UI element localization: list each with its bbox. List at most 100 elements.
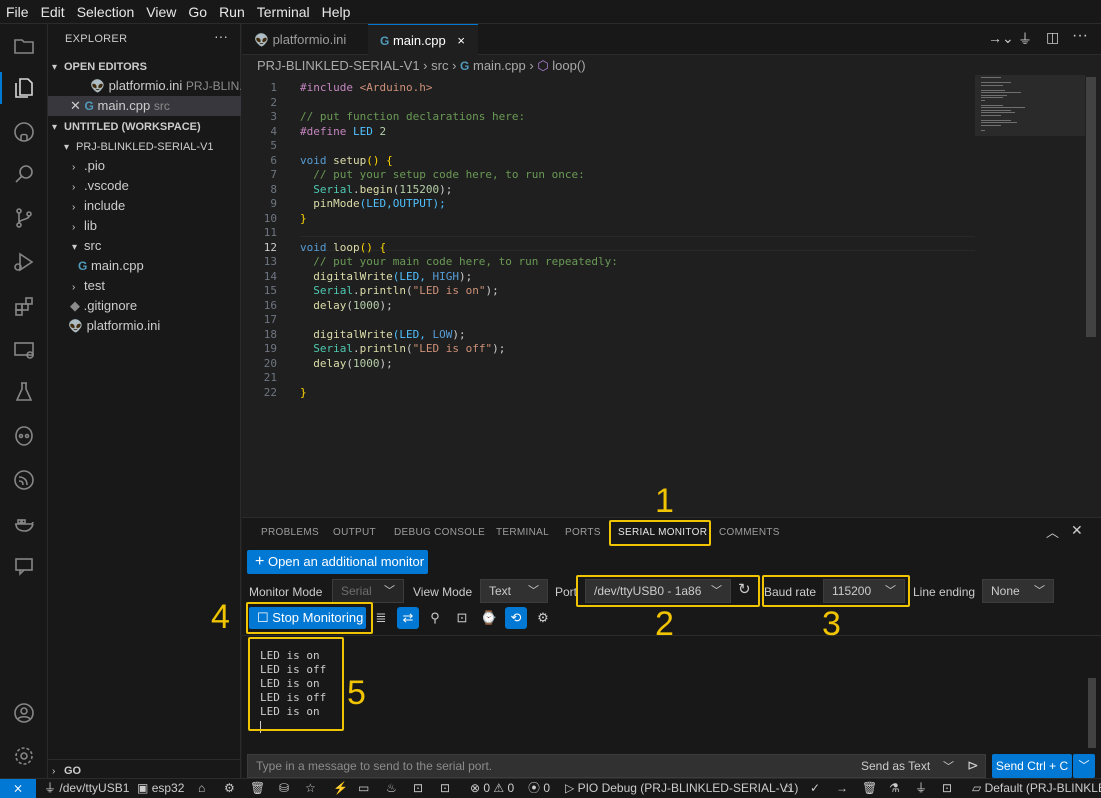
close-icon[interactable]: ✕ xyxy=(70,98,81,113)
workspace-section[interactable]: ▾ UNTITLED (WORKSPACE) xyxy=(48,116,241,136)
tab-terminal[interactable]: TERMINAL xyxy=(496,527,549,538)
open-editor-platformio[interactable]: 👽 platformio.ini PRJ-BLIN... xyxy=(48,76,241,96)
open-editors-section[interactable]: ▾ OPEN EDITORS xyxy=(48,56,241,76)
menu-file[interactable]: File xyxy=(0,0,35,24)
files-icon[interactable] xyxy=(0,24,48,68)
menu-go[interactable]: Go xyxy=(182,0,213,24)
trash-icon[interactable]: 🗑 xyxy=(250,779,265,798)
platformio-icon[interactable] xyxy=(0,414,48,458)
maximize-panel-icon[interactable]: ︿ xyxy=(1046,522,1059,541)
word-wrap-icon[interactable]: ≣ xyxy=(370,607,392,629)
tab-output[interactable]: OUTPUT xyxy=(333,527,376,538)
folder-lib[interactable]: › lib xyxy=(48,216,241,236)
folder-include[interactable]: › include xyxy=(48,196,241,216)
open-editor-main-cpp[interactable]: ✕ G main.cpp src xyxy=(48,96,241,116)
environment-status[interactable]: ▱ Default (PRJ-BLINKLED xyxy=(972,779,1101,798)
problems-status[interactable]: ⊗ 0 ⚠ 0 xyxy=(470,779,514,798)
docker-icon[interactable] xyxy=(0,502,48,546)
send-ctrl-c-button[interactable]: Send Ctrl + C xyxy=(992,754,1072,778)
plug-icon[interactable]: ⚲ xyxy=(424,607,446,629)
chevron-down-icon[interactable]: ﹀ xyxy=(1073,754,1095,778)
trash-icon[interactable]: 🗑 xyxy=(862,779,877,798)
line-ending-select[interactable]: None ﹀ xyxy=(982,579,1054,603)
close-panel-icon[interactable]: ✕ xyxy=(1071,522,1083,539)
output-scrollbar[interactable] xyxy=(1088,678,1096,748)
serial-port-status[interactable]: ⏚ /dev/ttyUSB1 xyxy=(44,779,129,798)
gear-icon[interactable]: ⚙ xyxy=(224,779,235,798)
remote-indicator[interactable]: ⨯ xyxy=(0,779,36,798)
test-icon[interactable]: ⚗ xyxy=(889,779,900,798)
more-actions-icon[interactable]: ··· xyxy=(214,28,228,44)
folder-vscode[interactable]: › .vscode xyxy=(48,176,241,196)
view-mode-select[interactable]: Text ﹀ xyxy=(480,579,548,603)
testing-icon[interactable] xyxy=(0,370,48,414)
chevron-down-icon[interactable]: ﹀ xyxy=(943,758,954,774)
run-arrow-icon[interactable]: →⌄ xyxy=(988,30,1014,47)
project-folder[interactable]: ▾ PRJ-BLINKLED-SERIAL-V1 xyxy=(48,136,241,156)
home-icon[interactable]: ⌂ xyxy=(784,779,791,798)
star-icon[interactable]: ☆ xyxy=(305,779,316,798)
plug-icon[interactable]: ⏚ xyxy=(915,779,927,798)
send-as-select[interactable]: Send as Text xyxy=(861,759,930,773)
split-editor-icon[interactable]: ◫ xyxy=(1046,29,1059,46)
tab-platformio-ini[interactable]: 👽 platformio.ini xyxy=(242,24,367,55)
terminal-mode-icon[interactable]: ⊡ xyxy=(451,607,473,629)
tab-main-cpp[interactable]: G main.cpp × xyxy=(368,24,478,55)
menu-edit[interactable]: Edit xyxy=(35,0,71,24)
folder-src[interactable]: ▾ src xyxy=(48,236,241,256)
line-number: 3 xyxy=(270,110,277,123)
home-icon[interactable]: ⌂ xyxy=(198,779,205,798)
arrow-right-icon[interactable]: → xyxy=(836,779,848,798)
explorer-icon[interactable] xyxy=(0,66,48,110)
terminal-icon[interactable]: ⊡ xyxy=(942,779,952,798)
message-input[interactable]: Type in a message to send to the serial … xyxy=(247,754,986,778)
source-control-icon[interactable] xyxy=(0,196,48,240)
run-debug-icon[interactable] xyxy=(0,240,48,284)
menu-selection[interactable]: Selection xyxy=(71,0,141,24)
monitor-icon[interactable]: ▭ xyxy=(358,779,369,798)
board-status[interactable]: ▣ esp32 xyxy=(137,779,184,798)
toggle-timestamp-icon[interactable]: ⇄ xyxy=(397,607,419,629)
send-icon[interactable]: ⊳ xyxy=(967,757,979,774)
file-gitignore[interactable]: ◆ .gitignore xyxy=(48,296,241,316)
tab-ports[interactable]: PORTS xyxy=(565,527,601,538)
folder-pio[interactable]: › .pio xyxy=(48,156,241,176)
monitor-mode-select[interactable]: Serial ﹀ xyxy=(332,579,404,603)
watch-icon[interactable]: ⌚ xyxy=(478,607,500,629)
plug-icon[interactable]: ⏚ xyxy=(1018,29,1032,49)
go-section[interactable]: › GO xyxy=(48,759,241,779)
search-icon[interactable] xyxy=(0,152,48,196)
flame-icon[interactable]: ♨ xyxy=(386,779,397,798)
menu-help[interactable]: Help xyxy=(316,0,357,24)
minimap[interactable] xyxy=(975,75,1085,136)
gear-icon[interactable]: ⚙ xyxy=(532,607,554,629)
auto-scroll-icon[interactable]: ⟲ xyxy=(505,607,527,629)
check-icon[interactable]: ✓ xyxy=(810,779,820,798)
account-icon[interactable] xyxy=(0,691,48,735)
file-platformio-ini[interactable]: 👽 platformio.ini xyxy=(48,316,241,336)
file-main-cpp[interactable]: G main.cpp xyxy=(48,256,241,276)
tab-debug-console[interactable]: DEBUG CONSOLE xyxy=(394,527,485,538)
folder-test[interactable]: › test xyxy=(48,276,241,296)
menu-view[interactable]: View xyxy=(140,0,182,24)
flash-icon[interactable]: ⚡ xyxy=(333,779,348,798)
remote-explorer-icon[interactable] xyxy=(0,328,48,372)
editor-scrollbar[interactable] xyxy=(1086,77,1096,337)
menu-run[interactable]: Run xyxy=(213,0,251,24)
ports-status[interactable]: ⦿ 0 xyxy=(528,779,550,798)
debug-status[interactable]: ▷ PIO Debug (PRJ-BLINKLED-SERIAL-V1) xyxy=(565,779,798,798)
terminal-icon[interactable]: ⊡ xyxy=(440,779,450,798)
terminal-icon[interactable]: ⊡ xyxy=(413,779,423,798)
menu-terminal[interactable]: Terminal xyxy=(251,0,316,24)
github-icon[interactable] xyxy=(0,110,48,154)
open-additional-monitor-button[interactable]: + Open an additional monitor xyxy=(247,550,428,574)
extensions-icon[interactable] xyxy=(0,284,48,328)
chat-icon[interactable] xyxy=(0,544,48,588)
tab-comments[interactable]: COMMENTS xyxy=(719,527,780,538)
close-icon[interactable]: × xyxy=(457,33,465,48)
gear-icon[interactable] xyxy=(0,734,48,778)
database-icon[interactable]: ⛁ xyxy=(279,779,289,798)
tab-problems[interactable]: PROBLEMS xyxy=(261,527,319,538)
more-actions-icon[interactable]: ··· xyxy=(1072,27,1088,45)
espressif-icon[interactable] xyxy=(0,458,48,502)
